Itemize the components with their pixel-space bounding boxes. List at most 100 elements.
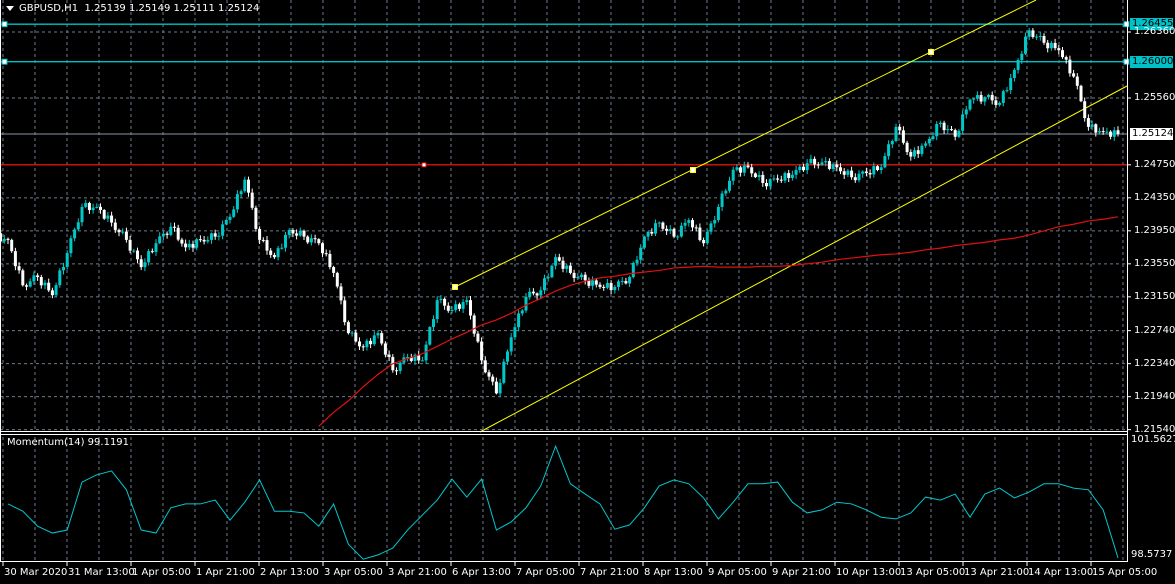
candle-body [428,327,432,345]
candle-body [132,250,136,252]
line-anchor-handle[interactable] [1123,58,1130,65]
candle-body [472,315,476,334]
candle [1083,97,1087,122]
candle-body [580,274,583,278]
channel-anchor-handle[interactable] [452,284,458,290]
horizontal-lines[interactable] [0,21,1130,168]
candle [313,234,317,244]
candle [850,166,854,180]
candle [106,211,110,223]
candle-body [1068,59,1072,74]
candle [406,353,410,362]
candle [920,143,924,157]
candle [950,125,953,131]
candle [961,110,965,135]
line-anchor-handle[interactable] [421,162,427,168]
candle-body [1072,73,1076,77]
candle-body [1031,30,1035,37]
candle [705,229,709,246]
candle-body [679,225,683,237]
candle-body [1094,124,1098,133]
candle-body [435,300,439,320]
candle [369,338,373,349]
candle [69,235,73,258]
candle-body [302,230,306,237]
candle [491,374,495,386]
candle-body [757,174,761,178]
candle [691,218,694,231]
candle [306,235,310,244]
candle [927,136,931,147]
candle [765,179,768,190]
candle-body [650,231,654,234]
candle [679,222,683,238]
candle-body [221,224,225,236]
line-anchor-handle[interactable] [1,21,8,28]
price-channel[interactable] [452,0,1128,433]
candle [376,330,380,339]
candle [1027,27,1031,40]
candle [506,349,509,365]
candle [554,253,558,270]
candle-body [95,206,99,208]
line-anchor-handle[interactable] [1,58,8,65]
candle-body [720,193,724,207]
time-axis-label: 13 Apr 21:00 [964,567,1030,578]
chart-canvas[interactable] [0,0,1175,584]
candle [805,159,809,175]
candle [1035,34,1039,40]
candle [916,146,920,159]
candle-body [206,239,210,242]
candle-body [387,354,391,357]
candle-body [80,206,84,223]
candle-body [735,167,739,170]
candle-body [639,247,643,260]
candle-body [6,238,10,240]
candle [654,219,657,237]
candle [184,239,188,252]
candle-body [883,156,887,168]
candle [439,294,443,304]
candle-body [913,150,916,157]
candle-body [654,223,657,234]
time-axis-label: 30 Mar 2020 [4,567,68,578]
candle [254,205,258,232]
candle [1038,31,1042,41]
candle [583,271,587,285]
price-axis-label: 1.23950 [1134,224,1175,236]
candle [457,302,461,312]
candle-body [306,236,310,243]
candle-body [354,332,358,342]
candle [365,338,369,351]
candle-body [628,277,632,284]
candle [161,231,165,241]
candle [243,176,247,193]
candle-body [54,285,58,296]
candle [472,313,476,337]
candle-body [99,206,102,210]
candle-body [1016,60,1020,70]
candle-body [631,262,635,278]
candle [720,190,724,212]
candle [520,309,524,316]
candle-body [62,266,65,271]
collapse-triangle-icon[interactable] [6,5,14,11]
candle-body [454,304,458,311]
line-anchor-handle[interactable] [1123,21,1130,28]
symbol-label: GBPUSD,H1 [19,3,79,14]
candle [73,227,77,242]
time-axis-label: 3 Apr 05:00 [324,567,383,578]
candle-body [605,283,609,288]
candle-body [2,238,6,242]
channel-upper-line[interactable] [454,0,1037,288]
channel-anchor-handle[interactable] [690,167,696,173]
candle-body [328,253,332,268]
candle [206,236,210,244]
channel-anchor-handle[interactable] [928,49,934,55]
candle-body [724,190,728,194]
time-axis-label: 9 Apr 21:00 [772,567,831,578]
candle-body [602,286,606,288]
candle-body [195,239,199,248]
candle [176,224,180,242]
momentum-min-label: 98.5737 [1131,549,1173,560]
